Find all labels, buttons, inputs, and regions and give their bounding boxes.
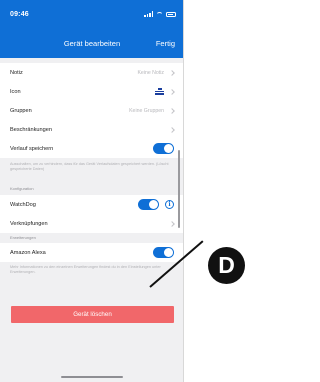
status-bar: 09:46 [0, 0, 183, 26]
alexa-toggle[interactable] [153, 247, 174, 258]
done-button[interactable]: Fertig [156, 39, 175, 48]
device-icon [155, 88, 164, 95]
row-value: Keine Notiz [137, 69, 164, 76]
verlauf-toggle[interactable] [153, 143, 174, 154]
delete-device-button[interactable]: Gerät löschen [11, 306, 174, 323]
signal-icon [144, 11, 153, 17]
status-time: 09:46 [10, 11, 29, 18]
watchdog-toggle[interactable] [138, 199, 159, 210]
row-beschraenkungen[interactable]: Beschränkungen [0, 120, 183, 139]
chevron-right-icon [169, 88, 175, 95]
row-verknuepfungen[interactable]: Verknüpfungen [0, 214, 183, 233]
nav-bar: Gerät bearbeiten Fertig [0, 26, 183, 58]
row-label: Icon [10, 88, 21, 95]
row-label: WatchDog [10, 201, 36, 208]
row-label: Gruppen [10, 107, 32, 114]
battery-icon [166, 11, 176, 17]
section-header-konfiguration: Konfiguration [10, 186, 34, 191]
row-label: Verknüpfungen [10, 220, 48, 227]
chevron-right-icon [169, 220, 175, 227]
alexa-footnote: Mehr Informationen zu den einzelnen Erwe… [10, 265, 161, 274]
chevron-right-icon [169, 69, 175, 76]
row-value: Keine Gruppen [129, 107, 164, 114]
annotation-marker: D [208, 247, 245, 284]
chevron-right-icon [169, 107, 175, 114]
wifi-icon [156, 11, 163, 17]
phone-screen: 09:46 Gerät bearbeiten Fertig Notiz Kein… [0, 0, 184, 382]
row-notiz[interactable]: Notiz Keine Notiz [0, 63, 183, 82]
row-label: Beschränkungen [10, 126, 52, 133]
row-alexa: Amazon Alexa [0, 243, 183, 262]
row-label: Notiz [10, 69, 23, 76]
scroll-indicator[interactable] [178, 150, 180, 228]
verlauf-footnote: Ausschalten, um zu verhindern, dass für … [10, 162, 169, 171]
home-indicator [61, 376, 123, 378]
row-icon[interactable]: Icon [0, 82, 183, 101]
row-gruppen[interactable]: Gruppen Keine Gruppen [0, 101, 183, 120]
info-icon[interactable]: i [165, 200, 174, 209]
chevron-right-icon [169, 126, 175, 133]
row-verlauf: Verlauf speichern [0, 139, 183, 158]
status-icons [144, 11, 176, 17]
section-header-erweiterungen: Erweiterungen [10, 235, 36, 240]
row-label: Verlauf speichern [10, 145, 54, 152]
row-label: Amazon Alexa [10, 249, 46, 256]
row-watchdog: WatchDog i [0, 195, 183, 214]
